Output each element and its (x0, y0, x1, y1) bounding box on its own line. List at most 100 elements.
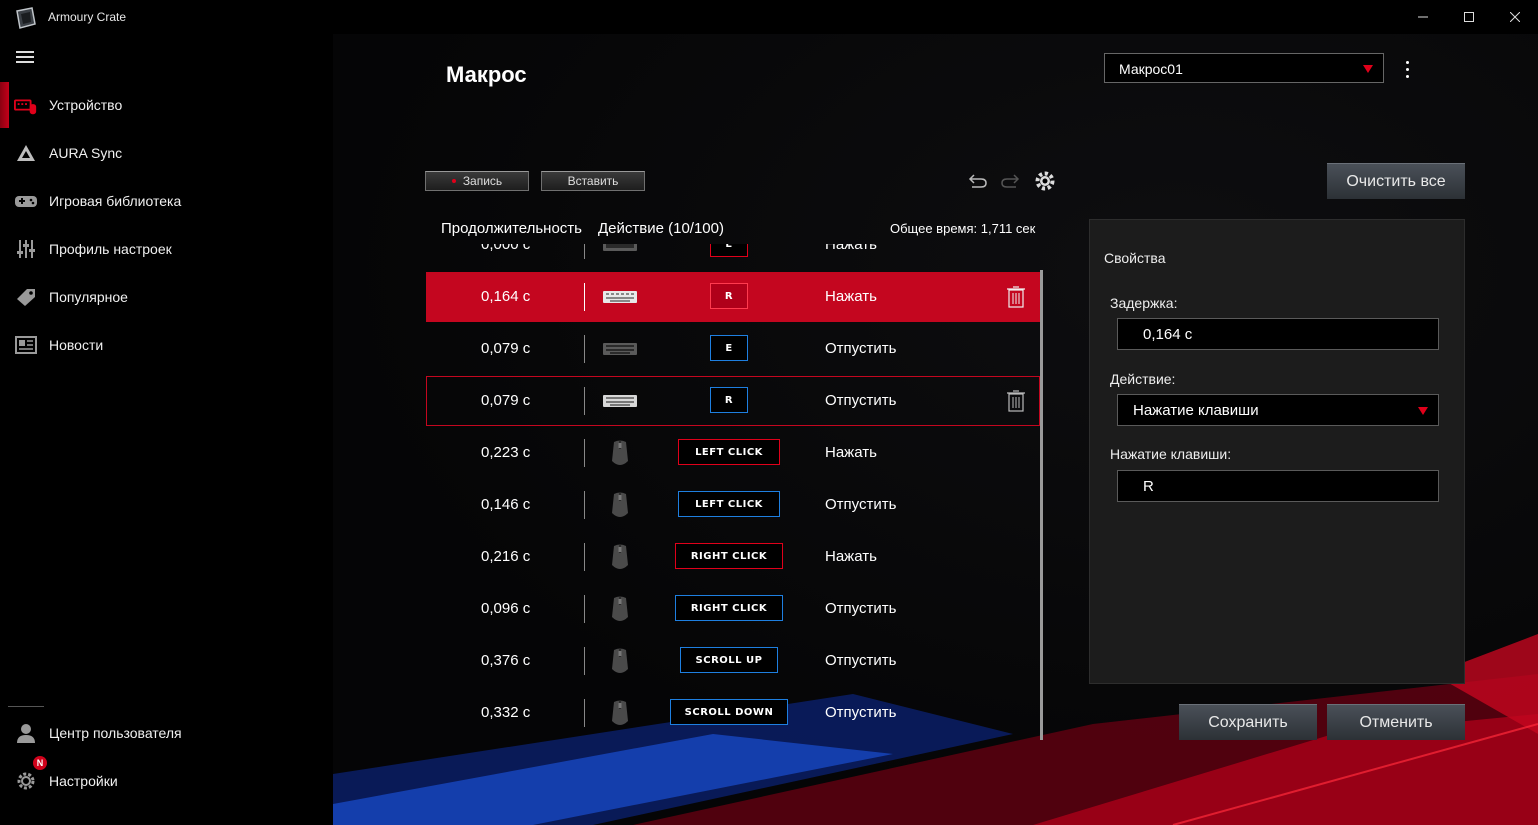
sliders-icon (14, 237, 38, 261)
maximize-icon[interactable] (1446, 0, 1492, 34)
list-item-selected[interactable]: 0,164 с R Нажать (426, 272, 1040, 322)
row-duration: 0,079 с (481, 340, 531, 357)
sidebar-item-profile[interactable]: Профиль настроек (0, 226, 333, 272)
sidebar-item-game-library[interactable]: Игровая библиотека (0, 178, 333, 224)
settings-gear-icon[interactable] (1033, 171, 1057, 191)
mouse-icon (600, 596, 640, 621)
list-item[interactable]: 0,096 с RIGHT CLICK Отпустить (426, 584, 1040, 634)
row-separator (584, 439, 585, 467)
key-badge: E (710, 244, 748, 257)
mouse-icon (600, 492, 640, 517)
list-item[interactable]: 0,146 с LEFT CLICK Отпустить (426, 480, 1040, 530)
row-action: Нажать (825, 288, 877, 305)
list-item-hovered[interactable]: 0,079 с R Отпустить (426, 376, 1040, 426)
close-icon[interactable] (1492, 0, 1538, 34)
delay-label: Задержка: (1110, 295, 1178, 311)
keyboard-icon (600, 337, 640, 361)
row-duration: 0,223 с (481, 444, 531, 461)
undo-icon[interactable] (965, 171, 989, 191)
action-value: Нажатие клавиши (1133, 402, 1259, 419)
list-item[interactable]: 0,079 с E Отпустить (426, 324, 1040, 374)
sidebar-item-label: Устройство (49, 97, 123, 113)
row-action: Отпустить (825, 340, 897, 357)
sidebar-item-label: AURA Sync (49, 145, 123, 161)
sidebar-item-settings[interactable]: Настройки (0, 758, 333, 804)
sidebar-item-aura-sync[interactable]: AURA Sync (0, 130, 333, 176)
row-separator (584, 387, 585, 415)
row-separator (584, 335, 585, 363)
trash-icon[interactable] (1006, 286, 1026, 308)
gear-icon (14, 769, 38, 793)
key-badge: R (710, 283, 748, 309)
keyboard-icon (600, 244, 640, 257)
action-select[interactable]: Нажатие клавиши (1117, 394, 1439, 426)
key-badge: LEFT CLICK (678, 491, 780, 517)
sidebar-divider (8, 706, 44, 707)
record-button[interactable]: Запись (425, 171, 529, 191)
row-action: Отпустить (825, 600, 897, 617)
clear-all-button[interactable]: Очистить все (1327, 163, 1465, 199)
sidebar-item-popular[interactable]: Популярное (0, 274, 333, 320)
sidebar-item-user-center[interactable]: Центр пользователя (0, 710, 333, 756)
key-press-input[interactable]: R (1117, 470, 1439, 502)
key-badge: R (710, 387, 748, 413)
list-item[interactable]: 0,000 с E Нажать (426, 244, 1040, 270)
redo-icon[interactable] (999, 171, 1023, 191)
list-item[interactable]: 0,332 с SCROLL DOWN Отпустить (426, 688, 1040, 738)
sidebar-item-label: Центр пользователя (49, 725, 182, 741)
list-item[interactable]: 0,216 с RIGHT CLICK Нажать (426, 532, 1040, 582)
cancel-label: Отменить (1359, 713, 1433, 731)
cancel-button[interactable]: Отменить (1327, 704, 1465, 740)
minimize-icon[interactable] (1400, 0, 1446, 34)
macro-select-value: Макрос01 (1119, 61, 1183, 77)
save-button[interactable]: Сохранить (1179, 704, 1317, 740)
page-title: Макрос (446, 62, 527, 87)
sidebar-item-news[interactable]: Новости (0, 322, 333, 368)
sidebar-item-label: Игровая библиотека (49, 193, 182, 209)
clear-all-label: Очистить все (1346, 172, 1446, 190)
column-header-duration: Продолжительность (441, 220, 582, 237)
row-duration: 0,096 с (481, 600, 531, 617)
list-item[interactable]: 0,376 с SCROLL UP Отпустить (426, 636, 1040, 686)
macro-event-list[interactable]: 0,000 с E Нажать 0,164 с R Нажать 0,079 … (426, 244, 1046, 746)
more-options-icon[interactable] (1406, 61, 1414, 79)
trash-icon[interactable] (1006, 390, 1026, 412)
key-badge: RIGHT CLICK (675, 595, 783, 621)
key-press-label: Нажатие клавиши: (1110, 446, 1232, 462)
row-separator (584, 244, 585, 259)
notification-badge: N (33, 756, 47, 770)
app-title: Armoury Crate (48, 10, 127, 24)
delay-input[interactable]: 0,164 с (1117, 318, 1439, 350)
title-bar: Armoury Crate (0, 0, 1538, 34)
row-duration: 0,376 с (481, 652, 531, 669)
insert-button[interactable]: Вставить (541, 171, 645, 191)
macro-select[interactable]: Макрос01 (1104, 53, 1384, 83)
main-panel: Макрос Макрос01 Запись Вставить Очистить… (333, 34, 1538, 825)
dropdown-arrow-icon (1418, 407, 1428, 415)
key-press-value: R (1143, 478, 1154, 495)
insert-label: Вставить (567, 174, 619, 188)
row-separator (584, 491, 585, 519)
sidebar-item-device[interactable]: Устройство (0, 82, 333, 128)
column-header-action: Действие (10/100) (598, 220, 724, 237)
armoury-crate-logo-icon (16, 7, 36, 29)
list-scrollbar[interactable] (1040, 270, 1043, 740)
total-time: Общее время: 1,711 сек (890, 221, 1036, 236)
row-action: Нажать (825, 548, 877, 565)
aura-triangle-icon (14, 141, 38, 165)
key-badge: SCROLL DOWN (670, 699, 788, 725)
dropdown-arrow-icon (1363, 65, 1373, 73)
record-label: Запись (462, 174, 503, 188)
row-duration: 0,164 с (481, 288, 531, 305)
sidebar-item-label: Профиль настроек (49, 241, 172, 257)
news-icon (14, 333, 38, 357)
gamepad-icon (14, 189, 38, 213)
row-action: Отпустить (825, 496, 897, 513)
hamburger-menu-icon[interactable] (16, 51, 34, 63)
keyboard-mouse-icon (14, 93, 38, 117)
sidebar: Устройство AURA Sync Игровая библиотека … (0, 34, 334, 825)
list-item[interactable]: 0,223 с LEFT CLICK Нажать (426, 428, 1040, 478)
delay-value: 0,164 с (1143, 326, 1193, 343)
sidebar-item-label: Новости (49, 337, 104, 353)
row-action: Отпустить (825, 704, 897, 721)
